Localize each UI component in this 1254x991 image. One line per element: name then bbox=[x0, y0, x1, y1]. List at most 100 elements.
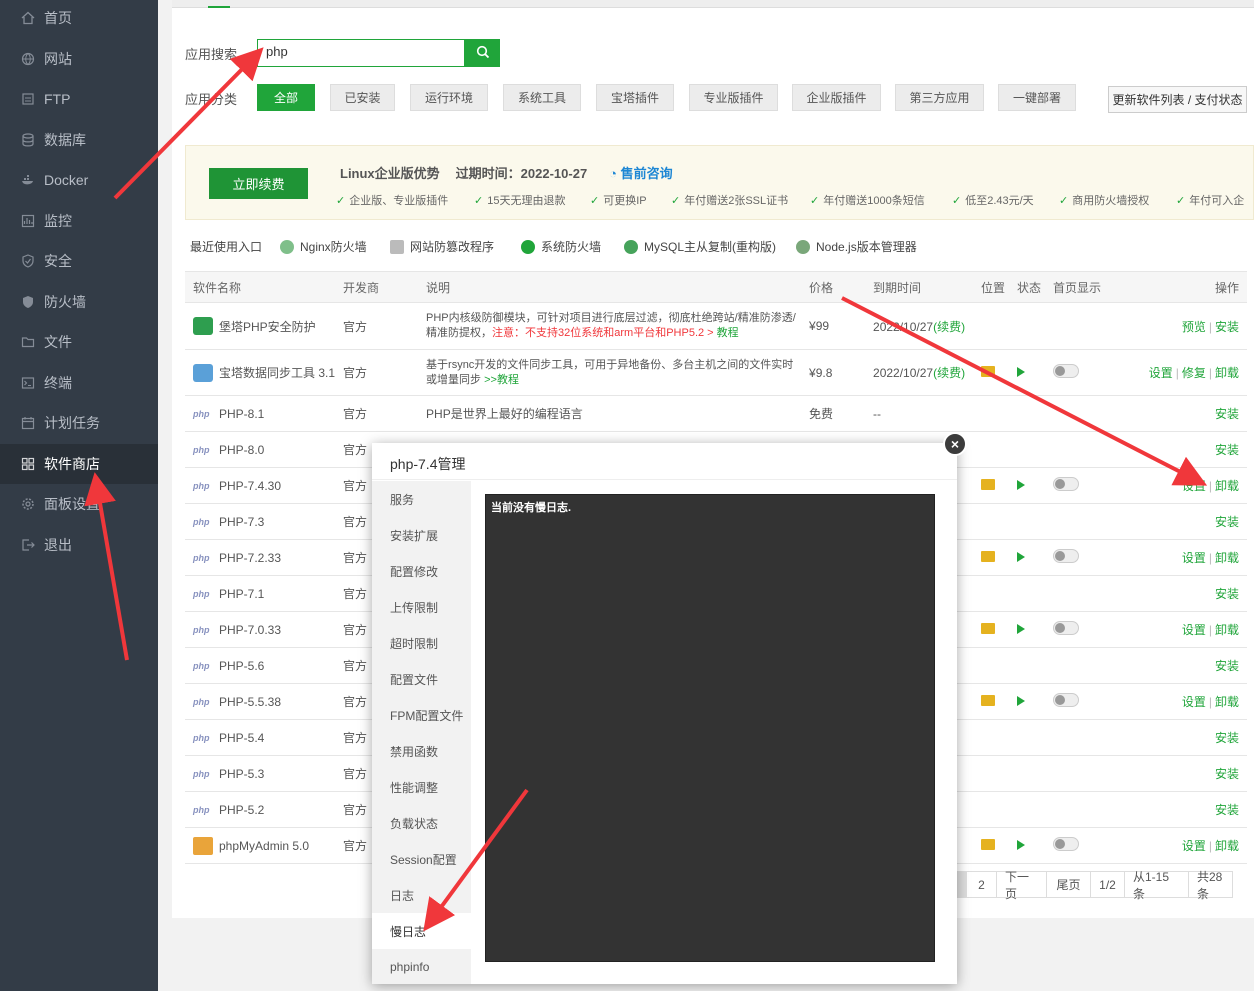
menu-fpm-config[interactable]: FPM配置文件 bbox=[372, 697, 471, 733]
recent-item-nodejs-manager[interactable]: Node.js版本管理器 bbox=[796, 238, 917, 255]
sidebar-item-database[interactable]: 数据库 bbox=[0, 120, 158, 160]
category-one-click-deploy[interactable]: 一键部署 bbox=[998, 84, 1076, 111]
category-third-party[interactable]: 第三方应用 bbox=[895, 84, 984, 111]
menu-config-file[interactable]: 配置文件 bbox=[372, 661, 471, 697]
update-software-list-button[interactable]: 更新软件列表 / 支付状态 bbox=[1108, 86, 1247, 113]
play-icon[interactable] bbox=[1017, 695, 1026, 706]
uninstall-link[interactable]: 卸载 bbox=[1215, 839, 1239, 853]
uninstall-link[interactable]: 卸载 bbox=[1215, 695, 1239, 709]
settings-link[interactable]: 设置 bbox=[1182, 839, 1206, 853]
category-installed[interactable]: 已安装 bbox=[330, 84, 395, 111]
sidebar-item-security[interactable]: 安全 bbox=[0, 241, 158, 281]
folder-icon[interactable] bbox=[981, 550, 996, 562]
menu-session-config[interactable]: Session配置 bbox=[372, 841, 471, 877]
settings-link[interactable]: 设置 bbox=[1182, 623, 1206, 637]
install-link[interactable]: 安装 bbox=[1215, 443, 1239, 457]
settings-link[interactable]: 设置 bbox=[1149, 366, 1173, 380]
sidebar-item-settings[interactable]: 面板设置 bbox=[0, 484, 158, 524]
menu-service[interactable]: 服务 bbox=[372, 481, 471, 517]
home-display-toggle[interactable] bbox=[1053, 837, 1080, 851]
menu-config-edit[interactable]: 配置修改 bbox=[372, 553, 471, 589]
sidebar-item-ftp[interactable]: FTP bbox=[0, 79, 158, 119]
menu-phpinfo[interactable]: phpinfo bbox=[372, 949, 471, 985]
menu-performance[interactable]: 性能调整 bbox=[372, 769, 471, 805]
play-icon[interactable] bbox=[1017, 623, 1026, 634]
repair-link[interactable]: 修复 bbox=[1182, 366, 1206, 380]
sidebar-item-home[interactable]: 首页 bbox=[0, 0, 158, 38]
uninstall-link[interactable]: 卸载 bbox=[1215, 551, 1239, 565]
uninstall-link[interactable]: 卸载 bbox=[1215, 366, 1239, 380]
home-display-toggle[interactable] bbox=[1053, 549, 1080, 563]
settings-link[interactable]: 设置 bbox=[1182, 479, 1206, 493]
expire-date: 2022/10/27 bbox=[873, 366, 934, 380]
menu-disabled-functions[interactable]: 禁用函数 bbox=[372, 733, 471, 769]
sidebar-item-firewall[interactable]: 防火墙 bbox=[0, 282, 158, 322]
category-all[interactable]: 全部 bbox=[257, 84, 315, 111]
renew-button[interactable]: 立即续费 bbox=[209, 168, 308, 199]
category-bt-plugins[interactable]: 宝塔插件 bbox=[596, 84, 674, 111]
category-pro-plugins[interactable]: 专业版插件 bbox=[689, 84, 778, 111]
menu-load-status[interactable]: 负载状态 bbox=[372, 805, 471, 841]
install-link[interactable]: 安装 bbox=[1215, 659, 1239, 673]
sidebar-item-files[interactable]: 文件 bbox=[0, 322, 158, 362]
ops-cell: 安装 bbox=[1115, 755, 1247, 792]
close-icon[interactable]: × bbox=[943, 432, 967, 456]
feature-item: ✓ 企业版、专业版插件 bbox=[336, 192, 448, 208]
home-display-toggle[interactable] bbox=[1053, 364, 1080, 378]
home-display-toggle[interactable] bbox=[1053, 693, 1080, 707]
play-icon[interactable] bbox=[1017, 479, 1026, 490]
tutorial-link[interactable]: >>教程 bbox=[484, 374, 519, 386]
home-display-toggle[interactable] bbox=[1053, 621, 1080, 635]
page-2-button[interactable]: 2 bbox=[967, 871, 997, 898]
menu-log[interactable]: 日志 bbox=[372, 877, 471, 913]
recent-item-nginx-firewall[interactable]: Nginx防火墙 bbox=[280, 238, 367, 255]
folder-icon[interactable] bbox=[981, 365, 996, 377]
install-link[interactable]: 安装 bbox=[1215, 731, 1239, 745]
menu-timeout-limit[interactable]: 超时限制 bbox=[372, 625, 471, 661]
recent-item-tamper-proof[interactable]: 网站防篡改程序 bbox=[390, 238, 494, 255]
renew-link[interactable]: (续费) bbox=[933, 320, 965, 334]
sidebar-item-monitor[interactable]: 监控 bbox=[0, 201, 158, 241]
install-link[interactable]: 安装 bbox=[1215, 803, 1239, 817]
menu-upload-limit[interactable]: 上传限制 bbox=[372, 589, 471, 625]
search-button[interactable] bbox=[465, 39, 500, 67]
sidebar-item-software-store[interactable]: 软件商店 bbox=[0, 444, 158, 484]
install-link[interactable]: 安装 bbox=[1215, 587, 1239, 601]
sidebar-item-website[interactable]: 网站 bbox=[0, 39, 158, 79]
install-link[interactable]: 安装 bbox=[1215, 320, 1239, 334]
sidebar-item-terminal[interactable]: 终端 bbox=[0, 363, 158, 403]
search-input[interactable]: php bbox=[257, 39, 465, 67]
play-icon[interactable] bbox=[1017, 839, 1026, 850]
next-page-button[interactable]: 下一页 bbox=[997, 870, 1047, 901]
recent-item-mysql-replication[interactable]: MySQL主从复制(重构版) bbox=[624, 238, 776, 255]
category-system-tools[interactable]: 系统工具 bbox=[503, 84, 581, 111]
settings-link[interactable]: 设置 bbox=[1182, 551, 1206, 565]
folder-icon[interactable] bbox=[981, 478, 996, 490]
install-link[interactable]: 安装 bbox=[1215, 407, 1239, 421]
category-runtime[interactable]: 运行环境 bbox=[410, 84, 488, 111]
install-link[interactable]: 安装 bbox=[1215, 515, 1239, 529]
play-icon[interactable] bbox=[1017, 366, 1026, 377]
php-icon: php bbox=[193, 552, 210, 563]
folder-icon[interactable] bbox=[981, 622, 996, 634]
menu-slow-log[interactable]: 慢日志 bbox=[372, 913, 471, 949]
last-page-button[interactable]: 尾页 bbox=[1047, 871, 1091, 898]
sidebar-item-docker[interactable]: Docker bbox=[0, 160, 158, 200]
sidebar-item-logout[interactable]: 退出 bbox=[0, 525, 158, 565]
uninstall-link[interactable]: 卸载 bbox=[1215, 623, 1239, 637]
home-display-toggle[interactable] bbox=[1053, 477, 1080, 491]
folder-icon[interactable] bbox=[981, 838, 996, 850]
consult-link[interactable]: ◔ 售前咨询 bbox=[609, 166, 672, 181]
folder-icon[interactable] bbox=[981, 694, 996, 706]
recent-item-system-firewall[interactable]: 系统防火墙 bbox=[521, 238, 601, 255]
renew-link[interactable]: (续费) bbox=[933, 366, 965, 380]
category-enterprise-plugins[interactable]: 企业版插件 bbox=[792, 84, 881, 111]
preview-link[interactable]: 预览 bbox=[1182, 320, 1206, 334]
settings-link[interactable]: 设置 bbox=[1182, 695, 1206, 709]
play-icon[interactable] bbox=[1017, 551, 1026, 562]
uninstall-link[interactable]: 卸载 bbox=[1215, 479, 1239, 493]
tutorial-link[interactable]: 教程 bbox=[717, 327, 739, 339]
menu-install-extension[interactable]: 安装扩展 bbox=[372, 517, 471, 553]
install-link[interactable]: 安装 bbox=[1215, 767, 1239, 781]
sidebar-item-cron[interactable]: 计划任务 bbox=[0, 403, 158, 443]
